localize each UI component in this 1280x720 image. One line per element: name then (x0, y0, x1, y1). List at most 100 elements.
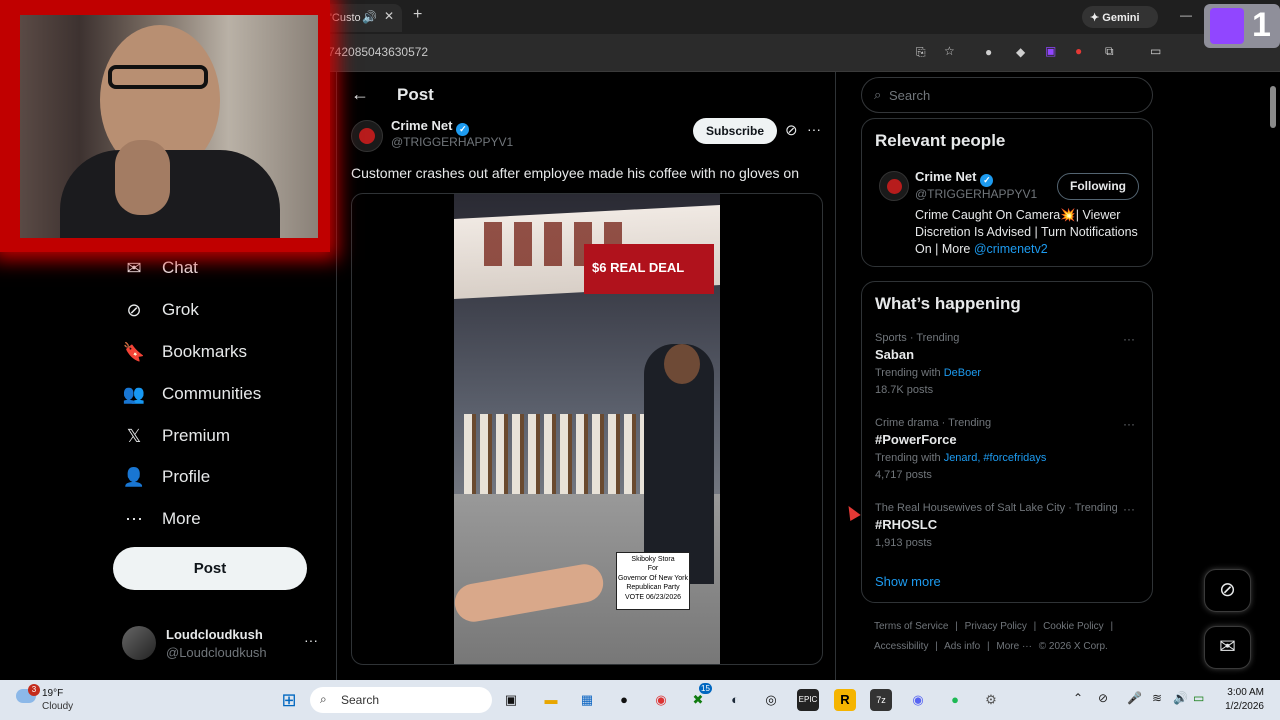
weather-temp: 19°F (42, 688, 64, 699)
gemini-button[interactable]: ✦ Gemini (1082, 6, 1158, 28)
search-input[interactable]: ⌕ Search (861, 77, 1153, 113)
extension-icon[interactable]: ● (1075, 44, 1082, 58)
bookmark-star-icon[interactable]: ☆ (944, 44, 955, 58)
footer-separator: | (955, 621, 958, 632)
footer-separator: | (987, 641, 990, 652)
more-icon[interactable]: ··· (1123, 417, 1135, 431)
rockstar-icon[interactable]: R (834, 689, 856, 711)
overlay-sign: Skiboky Stora For Governor Of New York R… (616, 552, 690, 610)
twitch-extension-icon[interactable]: ▣ (1045, 44, 1056, 58)
speaker-icon[interactable]: 🔊 (362, 10, 377, 24)
account-name: Loudcloudkush (166, 627, 263, 642)
notification-badge: 3 (28, 684, 40, 696)
twitch-count: 1 (1252, 6, 1271, 44)
7zip-icon[interactable]: 7z (870, 689, 892, 711)
account-switcher[interactable]: Loudcloudkush @Loudcloudkush ··· (122, 624, 322, 664)
minimize-icon[interactable]: — (1180, 8, 1192, 22)
more-options-icon[interactable]: ··· (807, 121, 821, 137)
more-icon[interactable]: ··· (1123, 332, 1135, 346)
video-frame[interactable]: $6 REAL DEAL Skiboky Stora For Governor … (451, 194, 720, 664)
extension-icon[interactable]: ◆ (1016, 45, 1025, 59)
microphone-icon[interactable]: 🎤 (1127, 691, 1142, 705)
xbox-icon[interactable]: ✖ 15 (687, 683, 712, 711)
webcam-feed (20, 15, 318, 238)
install-app-icon[interactable]: ⎘ (916, 45, 926, 60)
obs-icon[interactable]: ◎ (760, 689, 782, 711)
extension-icon[interactable]: ● (985, 45, 992, 59)
show-more-link[interactable]: Show more (875, 574, 941, 589)
employee-head (664, 344, 700, 384)
bookmark-icon: 🔖 (122, 341, 146, 362)
xbox-badge: 15 (699, 683, 712, 694)
post-text: Customer crashes out after employee made… (351, 165, 799, 181)
envelope-icon: ✉ (126, 257, 142, 278)
footer-link[interactable]: Privacy Policy (965, 621, 1027, 632)
task-view-icon[interactable]: ▣ (500, 689, 522, 711)
epic-games-icon[interactable]: EPIC (797, 689, 819, 711)
nav-item-chat[interactable]: ✉ Chat (122, 253, 197, 283)
post-button[interactable]: Post (113, 547, 307, 590)
grok-floating-button[interactable]: ⊘ (1204, 569, 1251, 612)
tray-chevron-icon[interactable]: ⌃ (1073, 691, 1083, 705)
trend-item[interactable]: The Real Housewives of Salt Lake City · … (875, 502, 1145, 549)
store-icon[interactable]: ▦ (576, 689, 598, 711)
nav-item-profile[interactable]: 👤 Profile (122, 462, 210, 492)
discord-icon[interactable]: ◉ (907, 689, 929, 711)
nav-item-more[interactable]: ⋯ More (122, 504, 201, 534)
author-name[interactable]: Crime Net ✓ (391, 118, 470, 136)
person-bio: Crime Caught On Camera💥| Viewer Discreti… (915, 208, 1138, 256)
more-icon[interactable]: ··· (1123, 502, 1135, 516)
nav-item-bookmarks[interactable]: 🔖 Bookmarks (122, 337, 247, 367)
trend-link[interactable]: Jenard, #forcefridays (944, 452, 1047, 464)
weather-widget[interactable]: 3 19°F Cloudy (16, 684, 96, 716)
nav-item-premium[interactable]: 𝕏 Premium (122, 421, 230, 451)
taskbar-clock[interactable]: 3:00 AM 1/2/2026 (1220, 686, 1264, 714)
network-off-icon[interactable]: ⊘ (1098, 691, 1108, 705)
author-avatar[interactable] (351, 120, 383, 152)
more-icon[interactable]: ··· (304, 632, 318, 648)
side-panel-icon[interactable]: ▭ (1150, 44, 1161, 58)
messages-floating-button[interactable]: ✉ (1204, 626, 1251, 669)
avatar[interactable] (879, 171, 909, 201)
bio-link[interactable]: @crimenetv2 (974, 242, 1048, 256)
tab-close-icon[interactable]: ✕ (384, 9, 394, 23)
envelope-icon: ✉ (1219, 636, 1236, 658)
following-button[interactable]: Following (1057, 173, 1139, 200)
spotify-icon[interactable]: ● (944, 689, 966, 711)
grok-icon[interactable]: ⊘ (785, 121, 798, 139)
trend-item[interactable]: Crime drama · Trending #PowerForce Trend… (875, 417, 1145, 481)
footer-link[interactable]: Ads info (944, 641, 980, 652)
file-explorer-icon[interactable]: ▬ (540, 689, 562, 711)
windows-start-icon[interactable]: ⊞ (278, 689, 300, 711)
extensions-puzzle-icon[interactable]: ⧉ (1105, 44, 1114, 59)
nav-item-communities[interactable]: 👥 Communities (122, 379, 261, 409)
trend-link[interactable]: DeBoer (944, 367, 981, 379)
trend-item[interactable]: Sports · Trending Saban Trending with De… (875, 332, 1145, 396)
footer-link[interactable]: More ··· (996, 641, 1032, 652)
app-icon[interactable]: ● (613, 689, 635, 711)
steam-icon[interactable]: ◐ (724, 689, 746, 711)
back-arrow-icon[interactable]: ← (351, 84, 369, 105)
person-handle[interactable]: @TRIGGERHAPPYV1 (915, 187, 1037, 201)
nav-label: Grok (162, 300, 199, 319)
subscribe-button[interactable]: Subscribe (693, 118, 777, 144)
battery-icon[interactable]: ▭ (1193, 691, 1204, 705)
profile-icon: 👤 (122, 466, 146, 487)
scrollbar[interactable] (1270, 86, 1276, 128)
footer-link[interactable]: Terms of Service (874, 621, 948, 632)
author-handle[interactable]: @TRIGGERHAPPYV1 (391, 135, 513, 149)
gemini-label: Gemini (1102, 12, 1140, 24)
chrome-icon[interactable]: ◉ (650, 689, 672, 711)
person-name[interactable]: Crime Net ✓ (915, 169, 994, 187)
url-text[interactable]: 742085043630572 (328, 45, 428, 59)
windows-taskbar: 3 19°F Cloudy ⊞ ⌕ Search ▣ ▬ ▦ ● ◉ ✖ 15 ◐… (0, 680, 1280, 720)
footer-link[interactable]: Cookie Policy (1043, 621, 1104, 632)
taskbar-search[interactable]: ⌕ Search (310, 687, 492, 713)
nav-item-grok[interactable]: ⊘ Grok (122, 295, 199, 325)
volume-icon[interactable]: 🔊 (1173, 691, 1188, 705)
footer-link[interactable]: Accessibility (874, 641, 928, 652)
post-video[interactable]: $6 REAL DEAL Skiboky Stora For Governor … (351, 193, 823, 665)
settings-gear-icon[interactable]: ⚙ (980, 689, 1002, 711)
wifi-icon[interactable]: ≋ (1152, 691, 1162, 705)
new-tab-button[interactable]: + (413, 6, 422, 24)
